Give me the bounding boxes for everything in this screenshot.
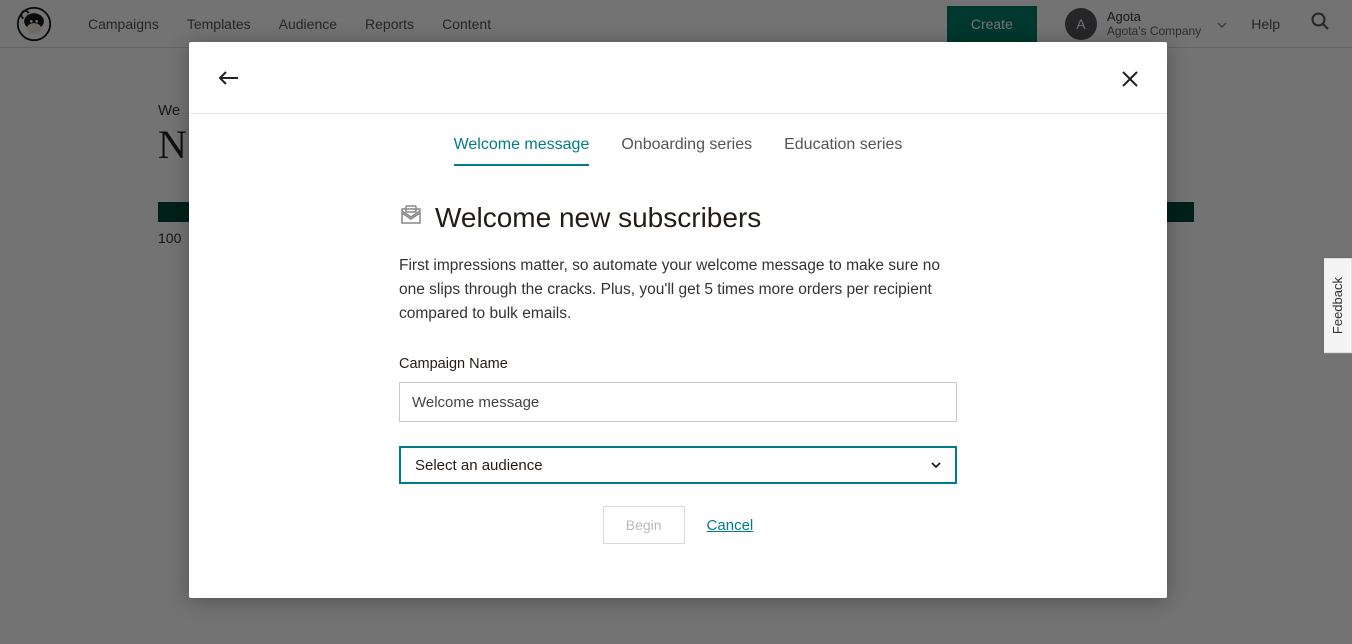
modal-body: Welcome message Onboarding series Educat…: [189, 114, 1167, 544]
campaign-name-label: Campaign Name: [399, 356, 957, 372]
modal-tabs: Welcome message Onboarding series Educat…: [189, 136, 1167, 166]
modal-heading: Welcome new subscribers: [435, 202, 761, 234]
close-icon[interactable]: [1121, 70, 1139, 93]
modal-actions: Begin Cancel: [399, 506, 957, 544]
feedback-tab[interactable]: Feedback: [1324, 258, 1352, 353]
title-row: Welcome new subscribers: [399, 202, 957, 234]
tab-education-series[interactable]: Education series: [784, 136, 902, 166]
tab-welcome-message[interactable]: Welcome message: [454, 136, 590, 166]
modal-header: [189, 42, 1167, 114]
audience-select[interactable]: Select an audience: [399, 446, 957, 484]
automation-modal: Welcome message Onboarding series Educat…: [189, 42, 1167, 598]
campaign-name-input[interactable]: [399, 382, 957, 422]
begin-button[interactable]: Begin: [603, 506, 685, 544]
modal-description: First impressions matter, so automate yo…: [399, 254, 957, 326]
modal-content: Welcome new subscribers First impression…: [189, 166, 1167, 544]
audience-select-text: Select an audience: [415, 457, 543, 474]
tab-onboarding-series[interactable]: Onboarding series: [621, 136, 752, 166]
cancel-link[interactable]: Cancel: [707, 517, 754, 534]
envelope-icon: [399, 204, 423, 233]
chevron-down-icon: [931, 459, 941, 471]
back-arrow-icon[interactable]: [217, 70, 239, 91]
